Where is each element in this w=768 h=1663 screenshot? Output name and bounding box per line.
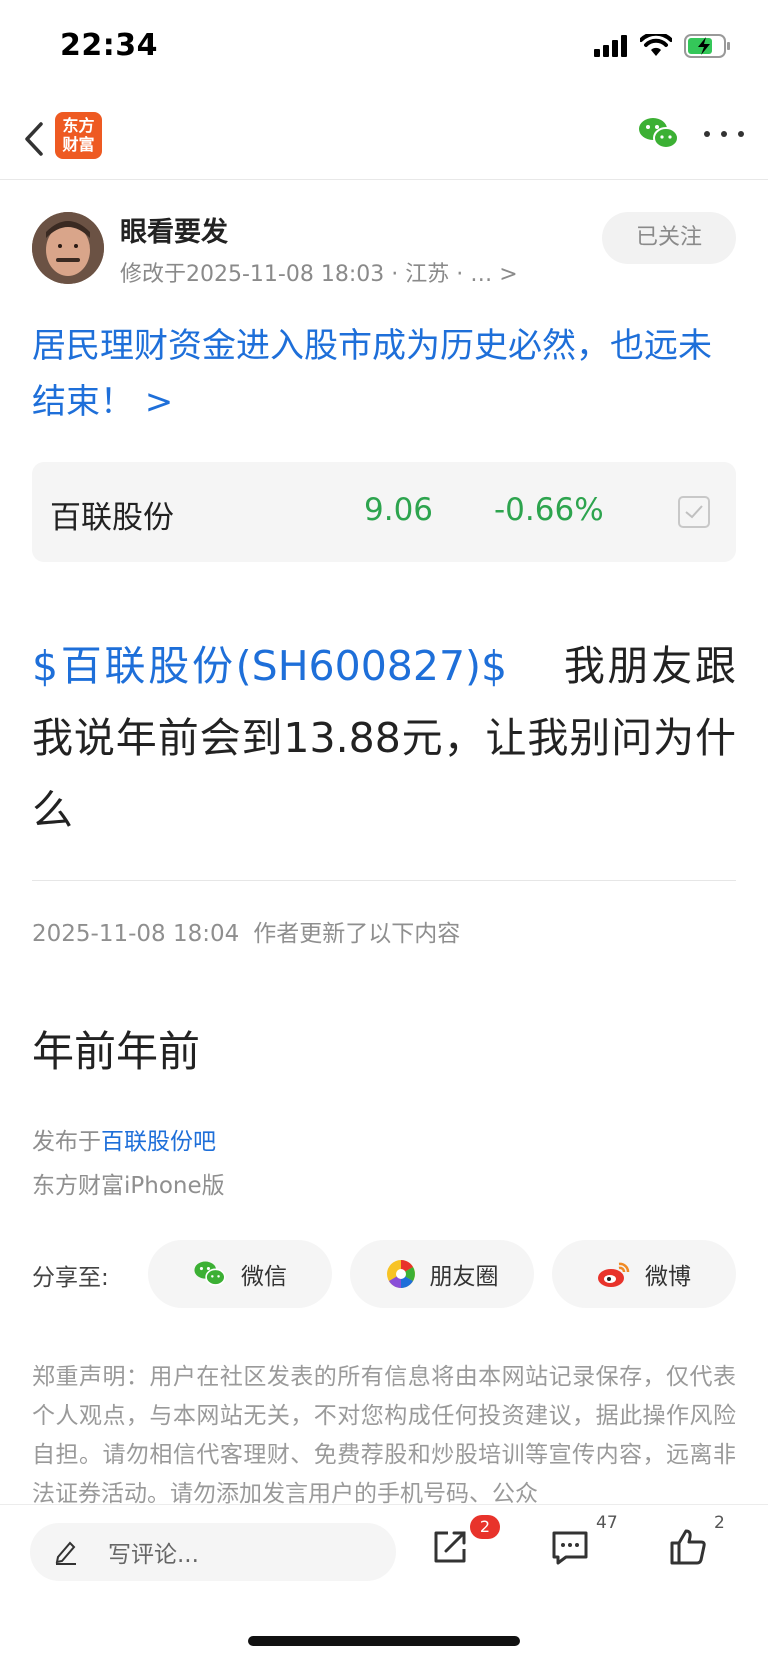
home-indicator bbox=[248, 1636, 520, 1646]
stock-price: 9.06 bbox=[364, 492, 434, 528]
share-wechat-button[interactable]: 微信 bbox=[148, 1240, 332, 1308]
update-content: 年前年前 bbox=[32, 1027, 201, 1076]
share-out-icon bbox=[434, 1531, 466, 1563]
status-bar: 22:34 bbox=[0, 0, 768, 100]
thumbs-up-icon bbox=[670, 1529, 706, 1565]
app-logo[interactable]: 东方财富 bbox=[55, 112, 102, 159]
share-weibo-label: 微博 bbox=[645, 1264, 691, 1290]
share-row: 分享至: 微信 朋友圈 微博 bbox=[32, 1240, 736, 1308]
comment-placeholder: 写评论... bbox=[108, 1542, 199, 1568]
more-dot-icon bbox=[721, 131, 727, 137]
stock-change: -0.66% bbox=[494, 492, 604, 528]
publish-prefix: 发布于 bbox=[32, 1129, 101, 1155]
comment-input[interactable]: 写评论... bbox=[30, 1523, 396, 1581]
forward-badge: 2 bbox=[470, 1515, 500, 1539]
chevron-left-icon bbox=[25, 122, 43, 156]
share-moments-button[interactable]: 朋友圈 bbox=[350, 1240, 534, 1308]
more-dot-icon bbox=[738, 131, 744, 137]
battery-icon bbox=[684, 34, 730, 58]
publish-info: 发布于百联股份吧 东方财富iPhone版 bbox=[32, 1120, 225, 1208]
share-weibo-button[interactable]: 微博 bbox=[552, 1240, 736, 1308]
pencil-icon bbox=[55, 1541, 76, 1565]
update-label: 作者更新了以下内容 bbox=[253, 921, 461, 947]
add-watchlist-checkbox[interactable] bbox=[678, 496, 710, 528]
divider bbox=[32, 880, 736, 881]
post-body: $百联股份(SH600827)$ 我朋友跟我说年前会到13.88元，让我别问为什么 bbox=[32, 630, 736, 846]
wifi-icon bbox=[640, 34, 672, 56]
share-wechat-label: 微信 bbox=[241, 1264, 287, 1290]
wechat-share-button[interactable] bbox=[638, 116, 680, 156]
weibo-icon bbox=[598, 1262, 630, 1287]
more-button[interactable] bbox=[704, 124, 744, 144]
check-icon bbox=[685, 505, 703, 519]
avatar[interactable] bbox=[32, 212, 104, 284]
wechat-icon bbox=[639, 118, 679, 149]
post-meta[interactable]: 修改于2025-11-08 18:03 · 江苏 · … > bbox=[120, 256, 518, 288]
comments-button[interactable]: 47 bbox=[550, 1513, 618, 1577]
comment-icon bbox=[552, 1531, 588, 1565]
stock-tag-link[interactable]: $百联股份(SH600827)$ bbox=[32, 642, 507, 690]
stock-bar-link[interactable]: 百联股份吧 bbox=[101, 1129, 216, 1155]
signal-icon bbox=[594, 35, 627, 57]
forward-button[interactable]: 2 bbox=[430, 1515, 500, 1577]
client-info: 东方财富iPhone版 bbox=[32, 1173, 225, 1199]
stock-card[interactable]: 百联股份 9.06 -0.66% bbox=[32, 462, 736, 562]
follow-button[interactable]: 已关注 bbox=[602, 212, 736, 264]
like-count: 2 bbox=[714, 1513, 725, 1533]
update-timestamp: 2025-11-08 18:04 bbox=[32, 921, 240, 947]
article-title-link[interactable]: 居民理财资金进入股市成为历史必然，也远未结束！ > bbox=[32, 318, 736, 430]
like-button[interactable]: 2 bbox=[668, 1513, 725, 1577]
author-name[interactable]: 眼看要发 bbox=[120, 210, 228, 249]
share-moments-label: 朋友圈 bbox=[429, 1264, 499, 1290]
status-time: 22:34 bbox=[60, 28, 158, 63]
disclaimer: 郑重声明：用户在社区发表的所有信息将由本网站记录保存，仅代表个人观点，与本网站无… bbox=[32, 1364, 736, 1507]
more-dot-icon bbox=[704, 131, 710, 137]
nav-bar: 东方财富 bbox=[0, 100, 768, 180]
moments-icon bbox=[386, 1260, 415, 1288]
wechat-icon bbox=[194, 1261, 226, 1286]
status-icons bbox=[594, 34, 732, 58]
back-button[interactable] bbox=[14, 114, 54, 164]
stock-name: 百联股份 bbox=[50, 500, 174, 536]
author-row: 眼看要发 修改于2025-11-08 18:03 · 江苏 · … > 已关注 bbox=[32, 210, 736, 290]
update-note: 2025-11-08 18:04 作者更新了以下内容 bbox=[32, 914, 460, 948]
comment-count: 47 bbox=[596, 1513, 618, 1533]
share-label: 分享至: bbox=[32, 1265, 109, 1291]
